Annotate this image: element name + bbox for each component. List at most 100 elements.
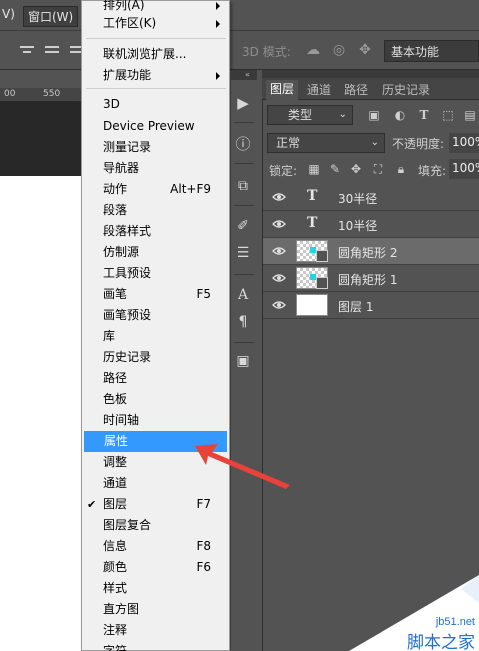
strip-divider <box>234 274 254 275</box>
menu-item[interactable]: 调整 <box>83 452 228 473</box>
menu-item[interactable]: 画笔 F5 <box>83 284 228 305</box>
eye-icon[interactable] <box>272 191 286 203</box>
filter-shape-icon[interactable]: ⬚ <box>440 106 456 124</box>
eye-icon[interactable] <box>272 299 286 311</box>
options-bar: 3D 模式: ☁ ◎ ✥ 基本功能 <box>0 30 479 70</box>
vector-shape-icon <box>316 277 328 289</box>
menu-item[interactable]: 时间轴 <box>83 410 228 431</box>
collapse-chevron-icon[interactable]: « <box>245 70 250 79</box>
strip-divider <box>234 205 254 206</box>
menu-item[interactable]: 画笔预设 <box>83 305 228 326</box>
menu-item-label: 段落样式 <box>103 224 152 238</box>
lock-transparent-icon[interactable]: ▦ <box>306 161 322 177</box>
menu-item-label: 注释 <box>103 623 128 637</box>
chevron-down-icon: ⌄ <box>338 109 347 120</box>
brush-presets-icon[interactable]: ✐ <box>231 215 255 237</box>
horizontal-ruler: 00 550 <box>0 88 82 102</box>
menu-item[interactable]: 测量记录 <box>83 137 228 158</box>
orbit-3d-icon[interactable]: ☁ <box>304 41 322 59</box>
filter-type-icon[interactable]: T <box>416 106 432 124</box>
menu-item[interactable]: 段落样式 <box>83 221 228 242</box>
pan-3d-icon[interactable]: ✥ <box>356 41 374 59</box>
filter-adjustment-icon[interactable]: ◐ <box>392 106 408 124</box>
tab-paths[interactable]: 路径 <box>344 81 368 98</box>
menu-item-label: 3D <box>103 97 120 111</box>
clone-source-icon[interactable]: ⧉ <box>231 175 255 197</box>
roll-3d-icon[interactable]: ◎ <box>330 41 348 59</box>
layer-row[interactable]: T 30半径 <box>263 184 479 211</box>
menu-item-label: 导航器 <box>103 161 140 175</box>
menu-item[interactable]: 导航器 <box>83 158 228 179</box>
menu-item[interactable]: ✔ 图层 F7 <box>83 494 228 515</box>
checkmark-icon: ✔ <box>87 498 97 511</box>
menu-item[interactable]: 路径 <box>83 368 228 389</box>
filter-pixel-icon[interactable]: ▣ <box>366 106 382 124</box>
lock-label: 锁定: <box>269 164 298 178</box>
menu-item[interactable]: 工作区(K) <box>83 13 228 34</box>
menu-item[interactable]: 段落 <box>83 200 228 221</box>
tab-layers[interactable]: 图层 <box>266 80 299 100</box>
menu-item[interactable]: 色板 <box>83 389 228 410</box>
menu-item[interactable]: 注释 <box>83 620 228 641</box>
fill-input[interactable]: 100% <box>449 159 479 179</box>
eye-icon[interactable] <box>272 272 286 284</box>
menu-item[interactable]: 3D <box>83 94 228 115</box>
menubar-item-view[interactable]: V) <box>2 7 15 21</box>
character-icon[interactable]: A <box>231 284 255 306</box>
menu-item[interactable]: 通道 <box>83 473 228 494</box>
document-canvas[interactable] <box>0 176 82 651</box>
eye-icon[interactable] <box>272 218 286 230</box>
menu-item-shortcut: F8 <box>196 539 211 553</box>
menu-item[interactable]: 仿制源 <box>83 242 228 263</box>
info-icon[interactable]: ⓘ <box>231 133 255 155</box>
menu-item[interactable]: 图层复合 <box>83 515 228 536</box>
menu-item[interactable]: 联机浏览扩展... <box>83 44 228 65</box>
menu-item[interactable]: 属性 <box>84 431 227 452</box>
tab-history[interactable]: 历史记录 <box>382 81 430 98</box>
menubar-item-window[interactable]: 窗口(W) <box>23 6 79 27</box>
align-top-icon[interactable] <box>20 43 34 57</box>
menu-item[interactable]: 颜色 F6 <box>83 557 228 578</box>
menu-item[interactable]: 库 <box>83 326 228 347</box>
libraries-icon[interactable]: ▣ <box>231 350 255 372</box>
shape-thumbnail <box>296 240 328 262</box>
lock-image-icon[interactable]: ✎ <box>327 161 343 177</box>
layer-name: 圆角矩形 2 <box>338 246 398 260</box>
layer-row[interactable]: T 10半径 <box>263 211 479 238</box>
layer-row[interactable]: 图层 1 <box>263 292 479 319</box>
layer-filter-select[interactable]: 类型 ⌄ <box>267 105 353 125</box>
menu-item-shortcut: F7 <box>196 497 211 511</box>
paragraph-icon[interactable]: ¶ <box>231 311 255 333</box>
text-layer-icon: T <box>307 215 318 231</box>
menu-item[interactable]: 扩展功能 <box>83 65 228 86</box>
lock-all-icon[interactable]: 🔒︎ <box>393 161 409 177</box>
menu-item[interactable]: 样式 <box>83 578 228 599</box>
menu-item-label: 动作 <box>103 182 128 196</box>
play-icon[interactable]: ▶ <box>231 92 255 114</box>
adjustments-icon[interactable]: ☰ <box>231 242 255 264</box>
layer-thumbnail <box>296 294 328 316</box>
lock-artboard-icon[interactable]: ⛶ <box>370 161 386 177</box>
workspace-select[interactable]: 基本功能 <box>384 40 479 62</box>
menu-item[interactable]: Device Preview <box>83 116 228 137</box>
mode-3d-label: 3D 模式: <box>242 45 291 59</box>
tab-channels[interactable]: 通道 <box>307 81 331 98</box>
align-vcenter-icon[interactable] <box>45 43 59 57</box>
menu-item-label: 路径 <box>103 371 128 385</box>
menu-item[interactable]: 字符 <box>83 641 228 651</box>
menu-item-label: 调整 <box>103 455 128 469</box>
opacity-input[interactable]: 100% <box>449 133 479 153</box>
layer-row[interactable]: 圆角矩形 2 <box>263 238 479 265</box>
eye-icon[interactable] <box>272 245 286 257</box>
menu-item[interactable]: 历史记录 <box>83 347 228 368</box>
lock-position-icon[interactable]: ✥ <box>348 161 364 177</box>
menu-item[interactable]: 工具预设 <box>83 263 228 284</box>
menu-item[interactable]: 动作 Alt+F9 <box>83 179 228 200</box>
menu-item[interactable]: 直方图 <box>83 599 228 620</box>
menu-item-label: 颜色 <box>103 560 128 574</box>
filter-smart-object-icon[interactable]: ▤ <box>462 106 478 124</box>
blend-mode-select[interactable]: 正常 ⌄ <box>267 133 385 153</box>
menu-item[interactable]: 信息 F8 <box>83 536 228 557</box>
menu-item-label: 直方图 <box>103 602 140 616</box>
layer-row[interactable]: 圆角矩形 1 <box>263 265 479 292</box>
